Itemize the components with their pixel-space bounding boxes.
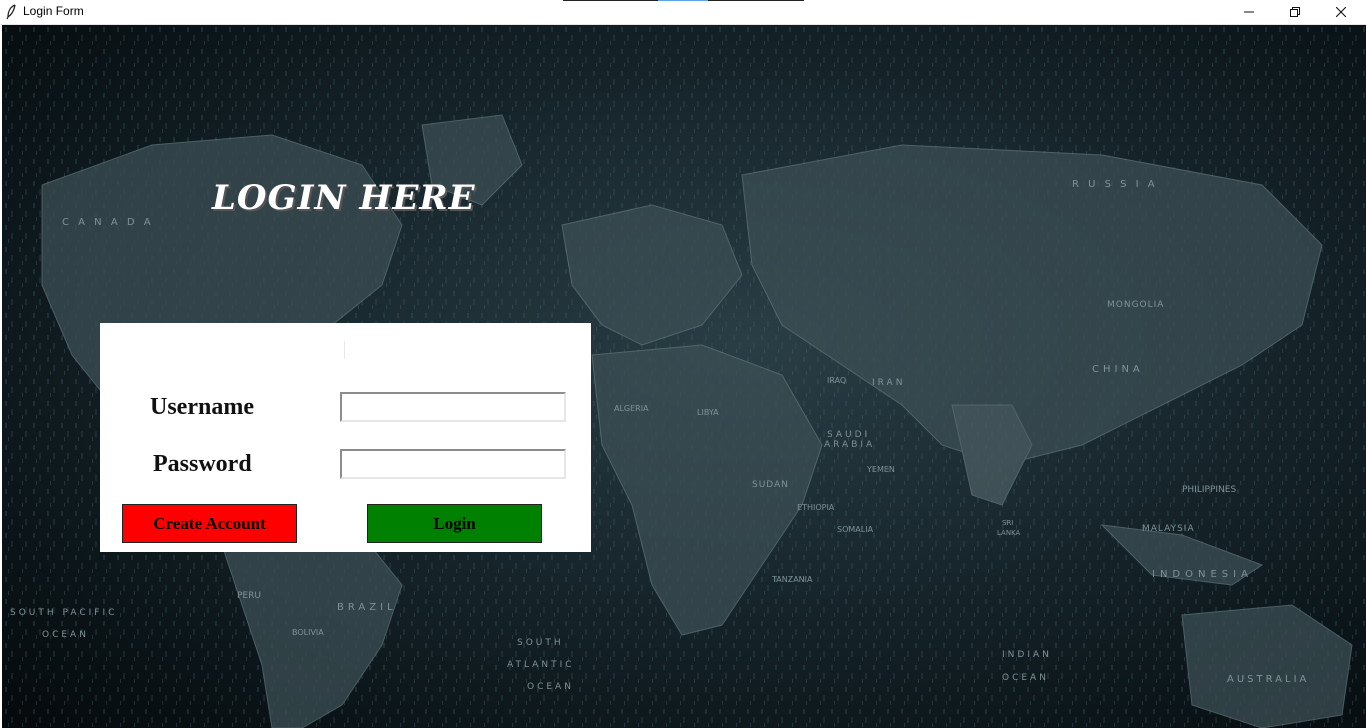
svg-text:SAUDI: SAUDI [827,430,870,440]
map-label: C A N A D A [62,217,154,228]
restore-icon [1290,7,1300,17]
login-panel: Username Password Create Account Login [100,323,591,552]
svg-text:IRAQ: IRAQ [827,376,846,385]
close-button[interactable] [1318,0,1364,24]
svg-text:MALAYSIA: MALAYSIA [1142,524,1195,534]
svg-text:LANKA: LANKA [997,529,1021,537]
svg-text:OCEAN: OCEAN [1002,673,1049,683]
feather-icon [5,4,17,20]
window-title: Login Form [23,4,84,18]
svg-text:PHILIPPINES: PHILIPPINES [1182,485,1236,495]
username-label: Username [150,394,254,420]
svg-text:AUSTRALIA: AUSTRALIA [1227,674,1309,685]
login-button[interactable]: Login [367,504,542,543]
minimize-button[interactable] [1226,0,1272,24]
svg-text:ATLANTIC: ATLANTIC [507,660,575,670]
svg-text:BOLIVIA: BOLIVIA [292,628,324,637]
svg-text:LIBYA: LIBYA [697,408,719,417]
svg-text:CHINA: CHINA [1092,364,1144,375]
svg-text:BRAZIL: BRAZIL [337,602,397,613]
svg-text:ETHIOPIA: ETHIOPIA [797,503,835,512]
create-account-button[interactable]: Create Account [122,504,297,543]
titlebar-accent [563,0,804,1]
svg-text:SUDAN: SUDAN [752,480,789,490]
svg-text:SRI: SRI [1002,519,1013,527]
svg-text:YEMEN: YEMEN [866,465,895,474]
restore-button[interactable] [1272,0,1318,24]
svg-text:TANZANIA: TANZANIA [771,575,813,584]
page-heading: LOGIN HERE [212,178,476,218]
window-titlebar: Login Form [0,0,1366,25]
svg-text:ARABIA: ARABIA [824,440,875,450]
close-icon [1336,7,1346,17]
username-input[interactable] [340,392,566,422]
svg-text:IRAN: IRAN [872,378,905,388]
password-input[interactable] [340,449,566,479]
svg-text:SOUTH PACIFIC: SOUTH PACIFIC [10,608,117,618]
svg-text:INDONESIA: INDONESIA [1152,569,1253,580]
svg-text:MONGOLIA: MONGOLIA [1107,300,1164,310]
svg-text:SOMALIA: SOMALIA [837,525,874,534]
map-label: R U S S I A [1072,179,1158,190]
minimize-icon [1244,7,1254,17]
password-label: Password [153,451,252,477]
svg-text:OCEAN: OCEAN [527,682,574,692]
svg-text:OCEAN: OCEAN [42,630,89,640]
panel-divider [344,341,345,359]
svg-text:SOUTH: SOUTH [517,638,564,648]
svg-text:INDIAN: INDIAN [1002,650,1052,660]
svg-text:PERU: PERU [237,591,261,601]
svg-text:ALGERIA: ALGERIA [614,404,649,413]
